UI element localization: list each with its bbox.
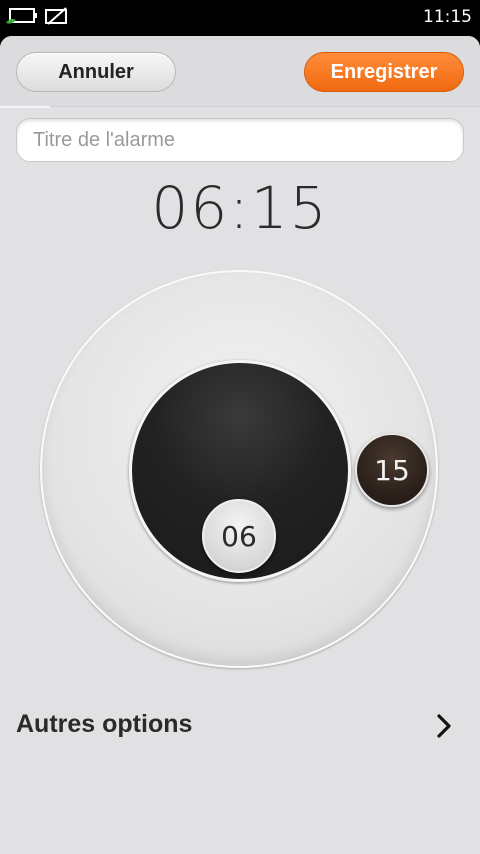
minute-knob[interactable]: 15 [355,433,429,507]
battery-charging-icon [6,8,37,24]
save-button[interactable]: Enregistrer [304,52,464,92]
toolbar-divider [0,106,50,108]
more-options-label: Autres options [16,710,193,738]
more-options-row[interactable]: Autres options [0,696,480,756]
cancel-button[interactable]: Annuler [16,52,176,92]
status-bar: 11:15 [0,0,480,34]
toolbar: Annuler Enregistrer [0,36,480,107]
chevron-right-icon [437,714,451,738]
hour-knob[interactable]: 06 [202,499,276,573]
no-signal-icon [45,7,67,25]
alarm-title-input[interactable] [16,118,464,162]
alarm-time-display: 06:15 [151,174,329,242]
clock-time: 11:15 [423,7,472,27]
alarm-editor-sheet: Annuler Enregistrer 06:15 06 15 Autres o… [0,36,480,854]
status-icons [6,6,70,26]
